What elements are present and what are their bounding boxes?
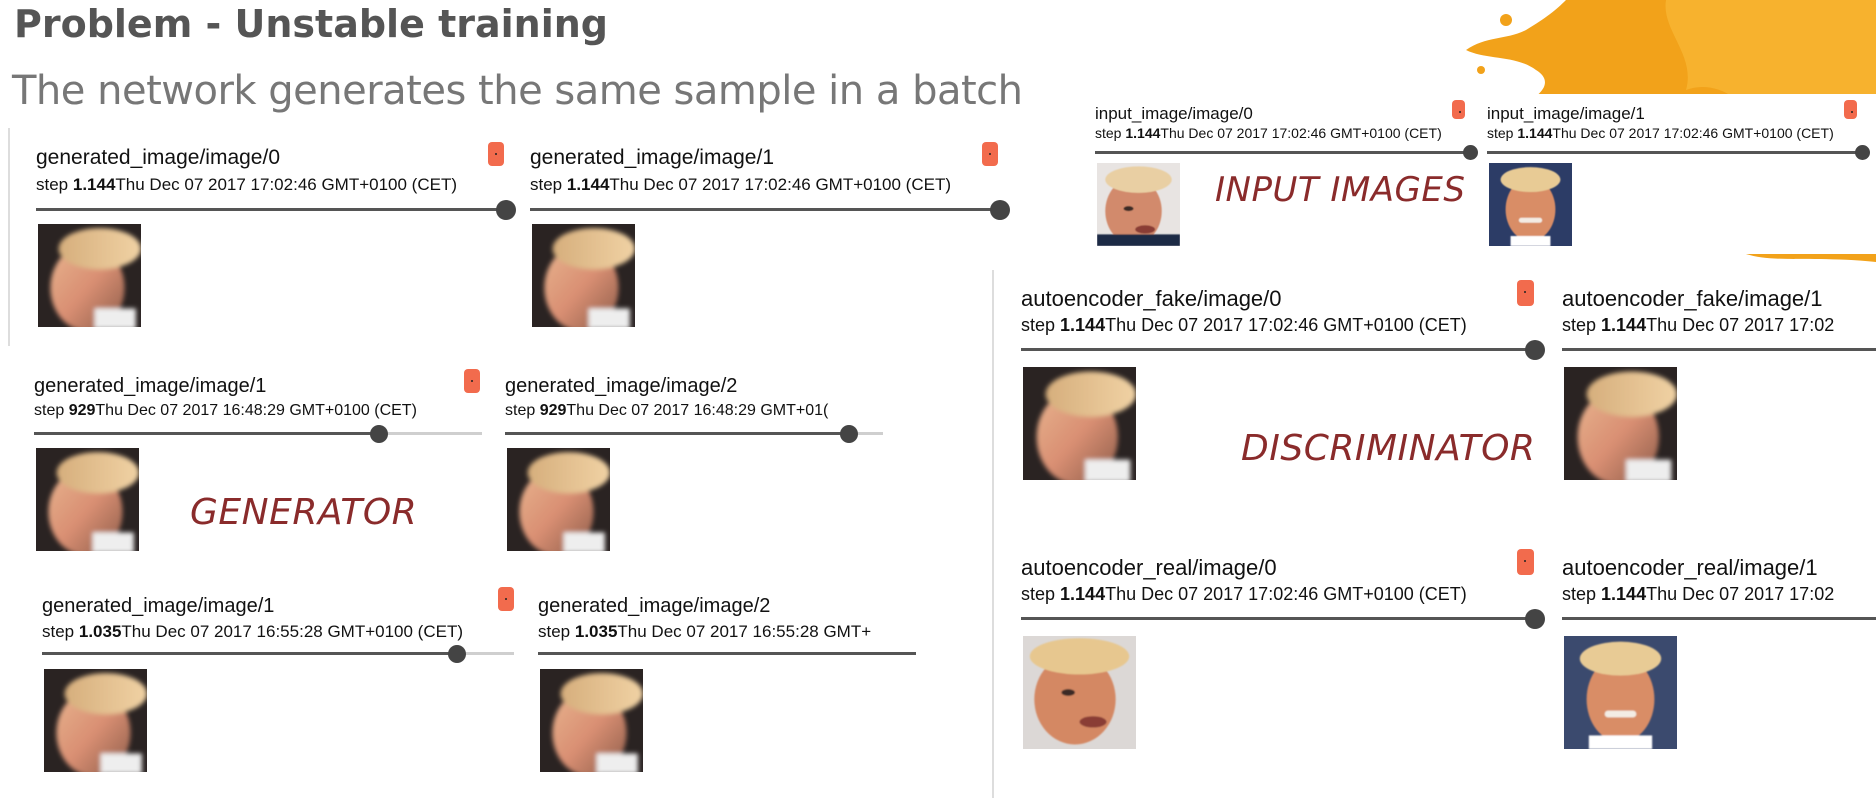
slide-title: Problem - Unstable training — [14, 2, 608, 46]
card-step: step 1.144Thu Dec 07 2017 17:02:46 GMT+0… — [1021, 315, 1467, 335]
face-thumbnail — [1023, 636, 1136, 749]
slider-fill — [1487, 151, 1862, 154]
card-step: step 929Thu Dec 07 2017 16:48:29 GMT+010… — [34, 402, 417, 419]
card-generated-image-1[interactable]: generated_image/image/1 step 1.144Thu De… — [530, 142, 1010, 336]
slider-fill — [505, 432, 849, 435]
card-step: step 1.035Thu Dec 07 2017 16:55:28 GMT+ — [538, 622, 872, 641]
slider-knob[interactable] — [839, 425, 858, 443]
face-thumbnail — [540, 669, 643, 772]
card-name: generated_image/image/2 — [538, 595, 771, 617]
slider-knob[interactable] — [496, 200, 516, 220]
sample-marker-icon[interactable] — [1844, 100, 1857, 119]
card-name: autoencoder_fake/image/1 — [1562, 286, 1823, 311]
card-generated-image-1-step-1035[interactable]: generated_image/image/1 step 1.035Thu De… — [42, 587, 522, 785]
step-slider[interactable] — [1562, 348, 1876, 351]
card-step: step 929Thu Dec 07 2017 16:48:29 GMT+01( — [505, 402, 829, 419]
face-thumbnail — [36, 448, 139, 551]
slider-knob[interactable] — [1525, 609, 1545, 629]
step-slider[interactable] — [1562, 617, 1876, 620]
card-clip: autoencoder_fake/image/1 step 1.144Thu D… — [1562, 280, 1876, 490]
card-step: step 1.144Thu Dec 07 2017 17:02 — [1562, 315, 1835, 335]
slider-fill — [1095, 151, 1470, 154]
slider-fill — [34, 432, 379, 435]
card-clip: generated_image/image/2 step 1.035Thu De… — [538, 590, 918, 790]
slider-fill — [1021, 617, 1535, 620]
card-step: step 1.144Thu Dec 07 2017 17:02:46 GMT+0… — [1095, 125, 1442, 141]
sample-marker-icon[interactable] — [1517, 549, 1534, 575]
input-images-label: INPUT IMAGES — [1215, 170, 1466, 210]
card-name: autoencoder_real/image/1 — [1562, 555, 1818, 580]
step-slider[interactable] — [1487, 145, 1870, 160]
card-name: input_image/image/0 — [1095, 104, 1253, 123]
slider-knob[interactable] — [990, 200, 1010, 220]
card-step: step 1.144Thu Dec 07 2017 17:02:46 GMT+0… — [1487, 125, 1834, 141]
face-thumbnail — [38, 224, 141, 327]
face-thumbnail — [532, 224, 635, 327]
sample-marker-icon[interactable] — [982, 142, 998, 166]
sample-marker-icon[interactable] — [1517, 280, 1534, 306]
card-step: step 1.144Thu Dec 07 2017 17:02:46 GMT+0… — [36, 175, 458, 194]
card-step: step 1.035Thu Dec 07 2017 16:55:28 GMT+0… — [42, 622, 464, 641]
card-step: step 1.144Thu Dec 07 2017 17:02:46 GMT+0… — [530, 175, 952, 194]
card-name: generated_image/image/1 — [42, 595, 275, 617]
slider-knob[interactable] — [448, 645, 467, 663]
card-input-image-1[interactable]: input_image/image/1 step 1.144Thu Dec 07… — [1487, 100, 1870, 254]
slider-knob[interactable] — [1462, 145, 1478, 160]
step-slider[interactable] — [42, 645, 514, 663]
step-slider[interactable] — [1021, 340, 1545, 360]
face-thumbnail — [44, 669, 147, 772]
face-thumbnail — [1023, 367, 1136, 480]
slider-fill — [1562, 348, 1876, 351]
card-generated-image-2-step-929[interactable]: generated_image/image/2 step 929Thu Dec … — [505, 375, 885, 555]
card-name: autoencoder_real/image/0 — [1021, 555, 1277, 580]
slide-subtitle: The network generates the same sample in… — [12, 68, 1023, 114]
generator-label: GENERATOR — [190, 492, 418, 533]
card-clip: generated_image/image/2 step 929Thu Dec … — [505, 370, 885, 560]
slider-fill — [530, 208, 1000, 211]
slider-fill — [1021, 348, 1535, 351]
face-thumbnail — [1097, 163, 1180, 246]
card-generated-image-2-step-1035[interactable]: generated_image/image/2 step 1.035Thu De… — [538, 595, 918, 785]
face-thumbnail — [507, 448, 610, 551]
step-slider[interactable] — [1095, 145, 1478, 160]
step-slider[interactable] — [538, 652, 916, 655]
face-thumbnail — [1564, 636, 1677, 749]
slider-fill — [1562, 617, 1876, 620]
sample-marker-icon[interactable] — [488, 142, 504, 166]
card-name: generated_image/image/1 — [530, 146, 775, 169]
slider-knob[interactable] — [369, 425, 388, 443]
slider-fill — [538, 652, 916, 655]
slider-knob[interactable] — [1525, 340, 1545, 360]
card-autoencoder-fake-1[interactable]: autoencoder_fake/image/1 step 1.144Thu D… — [1562, 286, 1876, 486]
step-slider[interactable] — [34, 425, 482, 443]
discriminator-label: DISCRIMINATOR — [1241, 428, 1536, 469]
card-name: generated_image/image/1 — [34, 375, 267, 397]
divider-middle — [992, 270, 994, 798]
step-slider[interactable] — [36, 200, 516, 220]
card-clip: autoencoder_real/image/1 step 1.144Thu D… — [1562, 550, 1876, 760]
face-thumbnail — [1564, 367, 1677, 480]
step-slider[interactable] — [505, 425, 883, 443]
card-name: autoencoder_fake/image/0 — [1021, 286, 1282, 311]
card-autoencoder-real-0[interactable]: autoencoder_real/image/0 step 1.144Thu D… — [1021, 549, 1545, 755]
card-name: generated_image/image/0 — [36, 146, 281, 169]
sample-marker-icon[interactable] — [1452, 100, 1465, 119]
face-thumbnail — [1489, 163, 1572, 246]
slider-fill — [36, 208, 506, 211]
divider-left — [8, 128, 10, 346]
slider-knob[interactable] — [1854, 145, 1870, 160]
card-generated-image-0[interactable]: generated_image/image/0 step 1.144Thu De… — [36, 142, 516, 336]
card-name: generated_image/image/2 — [505, 375, 738, 397]
sample-marker-icon[interactable] — [464, 369, 480, 393]
card-name: input_image/image/1 — [1487, 104, 1645, 123]
slider-fill — [42, 652, 458, 655]
step-slider[interactable] — [1021, 609, 1545, 629]
card-autoencoder-real-1[interactable]: autoencoder_real/image/1 step 1.144Thu D… — [1562, 555, 1876, 755]
card-step: step 1.144Thu Dec 07 2017 17:02:46 GMT+0… — [1021, 584, 1467, 604]
step-slider[interactable] — [530, 200, 1010, 220]
card-step: step 1.144Thu Dec 07 2017 17:02 — [1562, 584, 1835, 604]
sample-marker-icon[interactable] — [498, 587, 514, 611]
